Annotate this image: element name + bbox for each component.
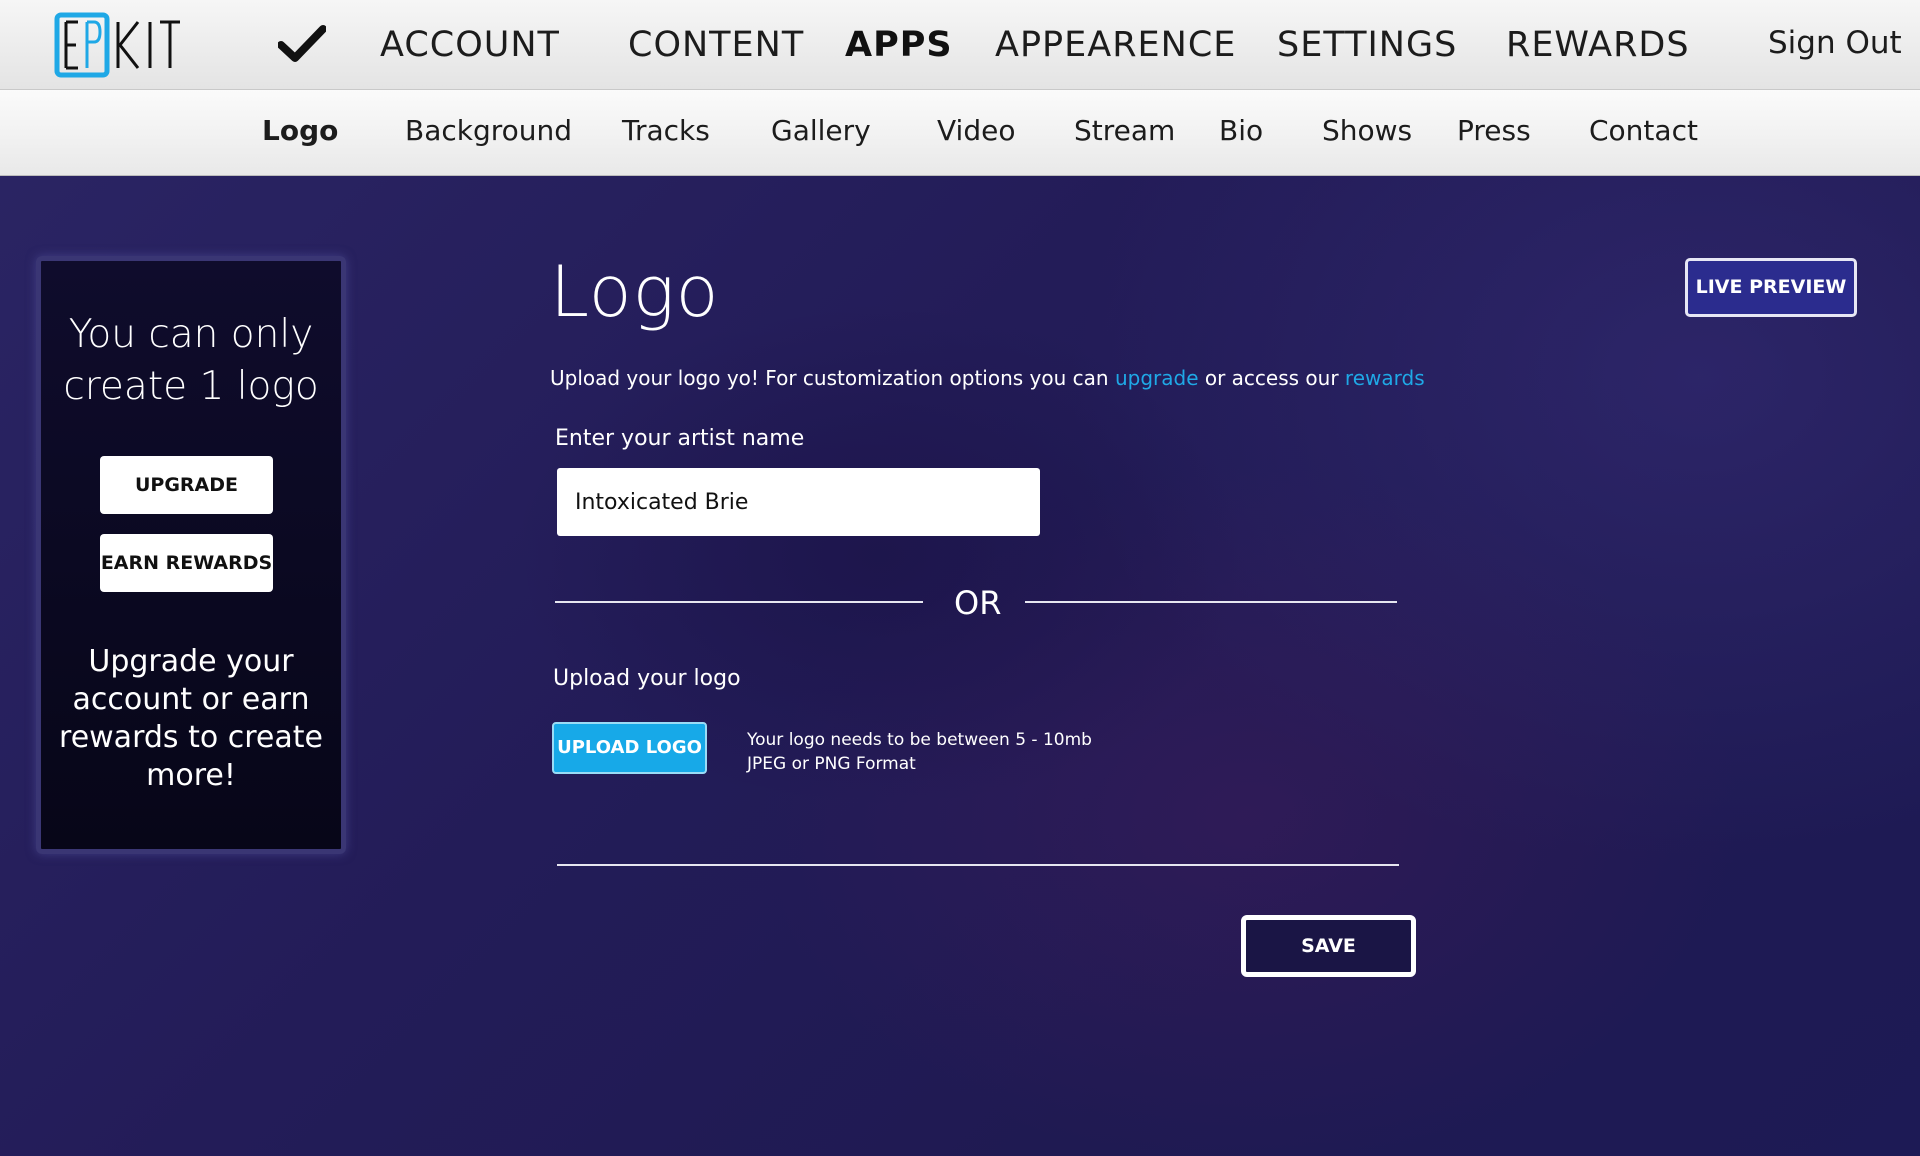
save-button[interactable]: SAVE bbox=[1241, 915, 1416, 977]
upload-size-requirement: Your logo needs to be between 5 - 10mb bbox=[747, 730, 1092, 750]
nav-apps[interactable]: APPS bbox=[845, 25, 953, 65]
nav-rewards[interactable]: REWARDS bbox=[1506, 25, 1690, 65]
epkit-logo-mark bbox=[54, 12, 180, 78]
upgrade-button[interactable]: UPGRADE bbox=[100, 456, 273, 514]
upload-logo-button[interactable]: UPLOAD LOGO bbox=[552, 722, 707, 774]
nav-account[interactable]: ACCOUNT bbox=[380, 25, 560, 65]
live-preview-button[interactable]: LIVE PREVIEW bbox=[1685, 258, 1857, 317]
tab-shows[interactable]: Shows bbox=[1322, 114, 1412, 147]
upload-format-requirement: JPEG or PNG Format bbox=[747, 754, 916, 774]
tab-logo[interactable]: Logo bbox=[262, 114, 338, 147]
checkmark-icon[interactable] bbox=[277, 24, 327, 64]
artist-name-label: Enter your artist name bbox=[555, 426, 805, 451]
nav-appearence[interactable]: APPEARENCE bbox=[995, 25, 1236, 65]
tab-tracks[interactable]: Tracks bbox=[622, 114, 710, 147]
form-divider bbox=[557, 864, 1399, 866]
epkit-logo[interactable] bbox=[54, 12, 182, 78]
nav-settings[interactable]: SETTINGS bbox=[1277, 25, 1457, 65]
apps-sub-navigation: Logo Background Tracks Gallery Video Str… bbox=[0, 90, 1920, 176]
intro-mid: or access our bbox=[1198, 366, 1345, 390]
sign-out-link[interactable]: Sign Out bbox=[1768, 25, 1902, 61]
earn-rewards-button[interactable]: EARN REWARDS bbox=[100, 534, 273, 592]
tab-video[interactable]: Video bbox=[937, 114, 1015, 147]
tab-press[interactable]: Press bbox=[1457, 114, 1531, 147]
or-text: OR bbox=[954, 584, 1002, 622]
logo-limit-card: You can only create 1 logo UPGRADE EARN … bbox=[36, 256, 346, 854]
or-divider-left bbox=[555, 601, 923, 603]
upload-requirements: Your logo needs to be between 5 - 10mb J… bbox=[747, 728, 1092, 776]
intro-prefix: Upload your logo yo! For customization o… bbox=[550, 366, 1115, 390]
tab-stream[interactable]: Stream bbox=[1074, 114, 1175, 147]
rewards-link[interactable]: rewards bbox=[1345, 366, 1425, 390]
tab-bio[interactable]: Bio bbox=[1219, 114, 1263, 147]
artist-name-input[interactable] bbox=[557, 468, 1040, 536]
upgrade-link[interactable]: upgrade bbox=[1115, 366, 1199, 390]
logo-limit-text: Upgrade your account or earn rewards to … bbox=[59, 644, 323, 793]
or-divider-right bbox=[1025, 601, 1397, 603]
upload-logo-label: Upload your logo bbox=[553, 666, 741, 691]
main-content: You can only create 1 logo UPGRADE EARN … bbox=[0, 176, 1920, 1156]
tab-contact[interactable]: Contact bbox=[1589, 114, 1698, 147]
tab-background[interactable]: Background bbox=[405, 114, 572, 147]
logo-limit-title: You can only create 1 logo bbox=[63, 312, 319, 409]
tab-gallery[interactable]: Gallery bbox=[771, 114, 871, 147]
page-title: Logo bbox=[550, 251, 720, 333]
top-navigation: ACCOUNT CONTENT APPS APPEARENCE SETTINGS… bbox=[0, 0, 1920, 90]
intro-text: Upload your logo yo! For customization o… bbox=[550, 366, 1425, 390]
nav-content[interactable]: CONTENT bbox=[628, 25, 804, 65]
